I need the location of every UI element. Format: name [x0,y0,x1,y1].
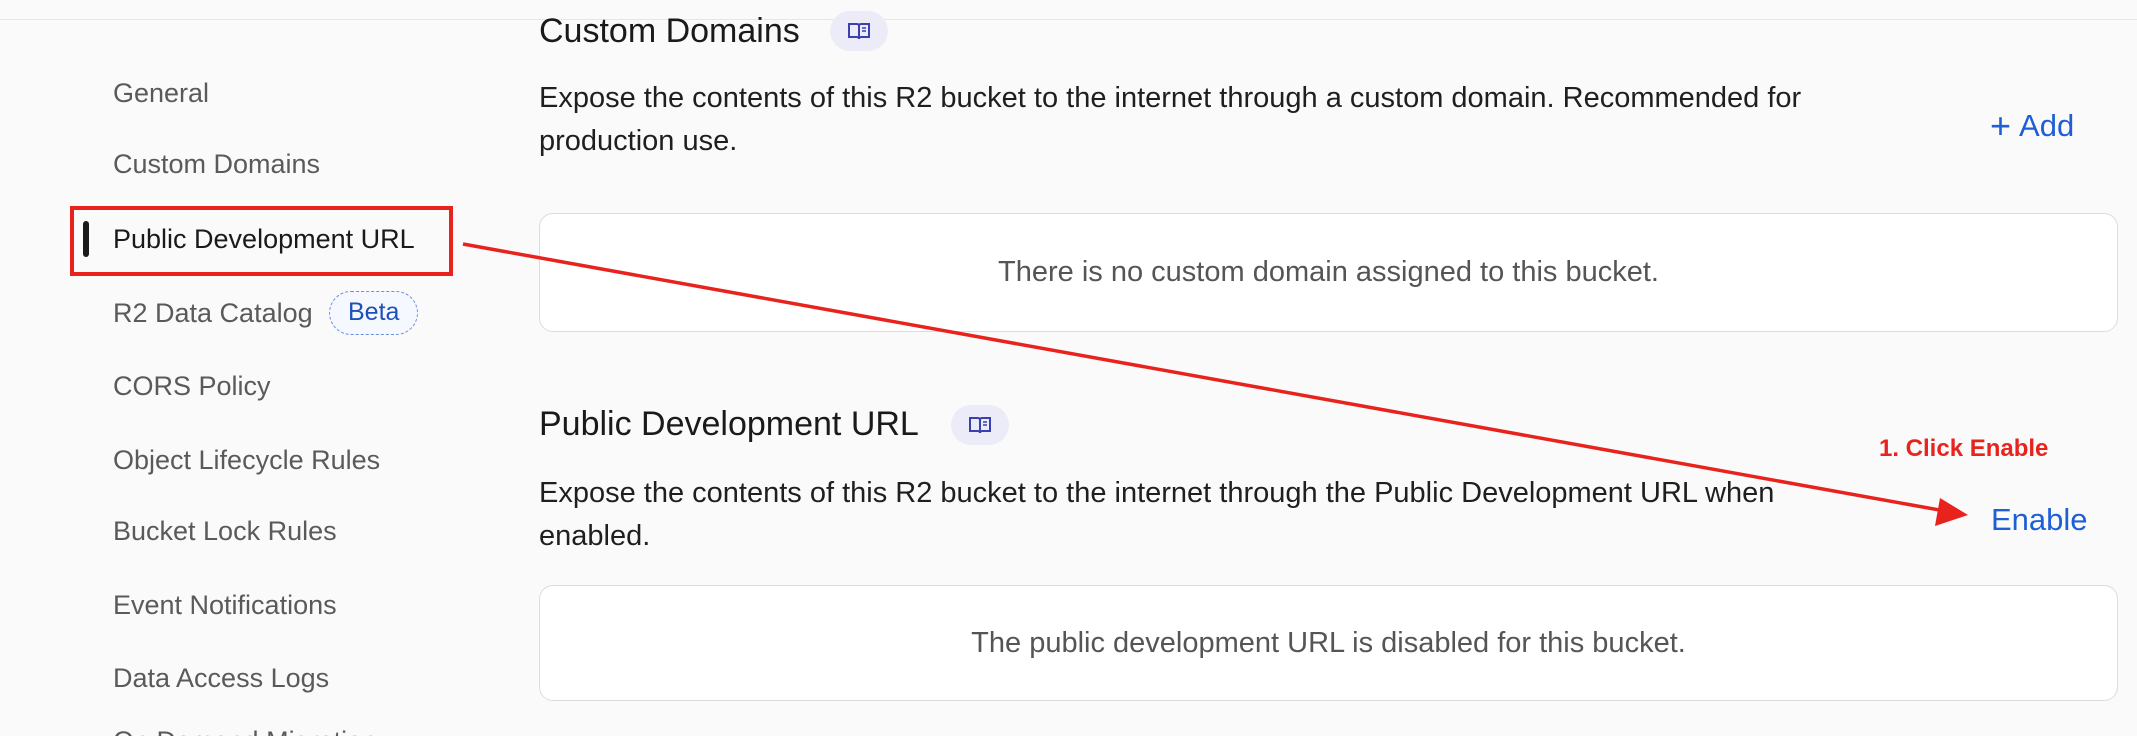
custom-domains-empty-state: There is no custom domain assigned to th… [539,213,2118,332]
public-dev-url-description: Expose the contents of this R2 bucket to… [539,477,1775,552]
annotation-label: 1. Click Enable [1879,435,2049,462]
enable-button[interactable]: Enable [1991,502,2088,538]
sidebar-item-on-demand-migration[interactable]: On Demand Migration [113,724,377,736]
add-button-label: Add [2019,108,2075,143]
sidebar-item-custom-domains[interactable]: Custom Domains [113,147,320,181]
add-custom-domain-button[interactable]: + Add [1990,108,2074,144]
page: General Custom Domains Public Developmen… [0,0,2137,736]
book-icon[interactable] [830,11,888,51]
book-icon[interactable] [951,405,1009,445]
sidebar-item-r2-data-catalog[interactable]: R2 Data Catalog [113,296,313,330]
annotation-highlight-box [70,206,453,276]
custom-domains-title: Custom Domains [539,12,800,50]
plus-icon: + [1990,105,2012,146]
sidebar-item-cors-policy[interactable]: CORS Policy [113,369,271,403]
sidebar-item-bucket-lock-rules[interactable]: Bucket Lock Rules [113,514,337,548]
book-icon-glyph [848,23,870,40]
beta-badge: Beta [329,291,419,335]
book-icon-glyph [969,417,991,434]
sidebar-item-event-notifications[interactable]: Event Notifications [113,588,337,622]
sidebar-item-general[interactable]: General [113,76,209,110]
public-dev-url-empty-state: The public development URL is disabled f… [539,585,2118,701]
sidebar-item-object-lifecycle-rules[interactable]: Object Lifecycle Rules [113,443,380,477]
sidebar-item-data-access-logs[interactable]: Data Access Logs [113,661,329,695]
custom-domains-description: Expose the contents of this R2 bucket to… [539,82,1802,157]
settings-sidebar: General Custom Domains Public Developmen… [0,0,520,736]
public-dev-url-empty-message: The public development URL is disabled f… [971,626,1686,659]
custom-domains-empty-message: There is no custom domain assigned to th… [998,256,1659,288]
public-dev-url-title: Public Development URL [539,405,919,443]
